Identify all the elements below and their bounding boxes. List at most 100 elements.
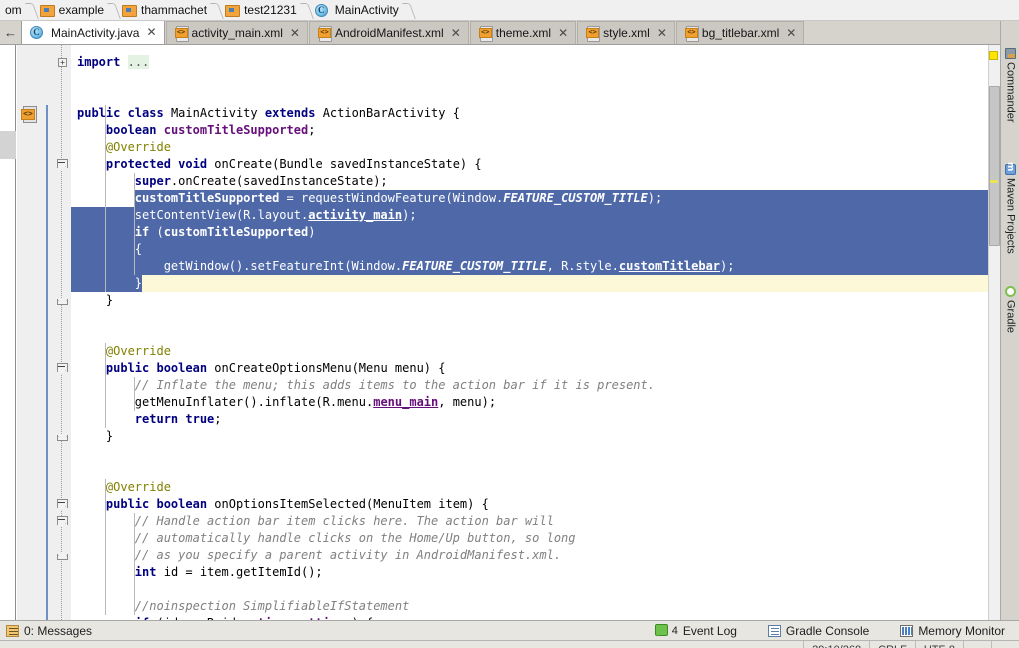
fold-dash: [58, 502, 65, 503]
toolwindow-tab-maven-projects[interactable]: Maven Projects: [1001, 161, 1019, 254]
messages-icon: [6, 624, 19, 637]
editor-tab-label: style.xml: [603, 26, 650, 40]
folder-icon: [225, 4, 241, 17]
toolwindow-stripe-marker: [0, 131, 16, 159]
toolwindow-tab-gradle[interactable]: Gradle: [1001, 283, 1019, 333]
code-line: public boolean onOptionsItemSelected(Men…: [105, 497, 489, 511]
breadcrumb-item[interactable]: C MainActivity: [313, 0, 404, 20]
code-line: int id = item.getItemId();: [134, 565, 323, 579]
breadcrumb-item[interactable]: example: [38, 0, 109, 20]
close-icon[interactable]: ✕: [146, 26, 156, 38]
editor-tab[interactable]: theme.xml ✕: [469, 21, 577, 44]
toolwindow-tab-commander[interactable]: Commander: [1001, 45, 1019, 123]
fold-region-end-icon[interactable]: [57, 552, 68, 560]
editor-fold-gutter[interactable]: +: [53, 45, 71, 620]
file-encoding[interactable]: UTF-8: [914, 641, 963, 648]
code-line: protected void onCreate(Bundle savedInst…: [105, 157, 482, 171]
hector-indicator[interactable]: [991, 641, 1019, 648]
code-line: customTitleSupported = requestWindowFeat…: [134, 191, 663, 205]
breadcrumb-item[interactable]: om: [0, 0, 27, 20]
editor-left-marker-strip: [0, 45, 16, 620]
toolwindow-button-memory-monitor[interactable]: Memory Monitor: [878, 621, 1019, 641]
maven-icon: [1005, 162, 1016, 175]
close-icon[interactable]: ✕: [558, 27, 568, 39]
breadcrumb-separator-icon: [404, 0, 415, 20]
event-log-label: Event Log: [682, 623, 737, 638]
code-line: setContentView(R.layout.activity_main);: [134, 208, 417, 222]
commander-icon: [1005, 48, 1016, 59]
toolwindow-tab-label: Maven Projects: [1004, 178, 1017, 254]
toolwindow-tab-label: Gradle: [1004, 300, 1017, 334]
tab-scroll-back-icon[interactable]: ←: [0, 21, 21, 44]
toolwindow-button-event-log[interactable]: 4 Event Log: [649, 621, 746, 641]
fold-expand-icon[interactable]: +: [58, 58, 67, 67]
close-icon[interactable]: ✕: [786, 27, 796, 39]
fold-collapse-icon[interactable]: [57, 363, 68, 374]
xml-layout-gutter-icon[interactable]: [21, 106, 37, 123]
editor-tab-label: activity_main.xml: [191, 26, 283, 40]
editor-tab[interactable]: style.xml ✕: [577, 21, 675, 44]
scrollbar-thumb[interactable]: [989, 86, 1000, 246]
console-icon: [767, 624, 781, 637]
override-method-gutter-icon[interactable]: [21, 361, 35, 375]
breadcrumb-item-label: example: [58, 3, 105, 17]
java-class-icon: C: [314, 3, 328, 17]
java-class-icon: C: [30, 26, 43, 39]
messages-label: 0: Messages: [24, 623, 93, 638]
code-text-area[interactable]: import ... public class MainActivity ext…: [71, 45, 1019, 620]
fold-region-end-icon[interactable]: [57, 297, 68, 305]
breadcrumb-item[interactable]: test21231: [223, 0, 302, 20]
gradle-icon: [1005, 286, 1016, 297]
editor-tab-label: theme.xml: [495, 26, 552, 40]
close-icon[interactable]: ✕: [290, 27, 300, 39]
code-line: getMenuInflater().inflate(R.menu.menu_ma…: [134, 395, 497, 409]
line-separator[interactable]: CRLF: [869, 641, 915, 648]
toolwindow-button-gradle-console[interactable]: Gradle Console: [746, 621, 878, 641]
code-line: // Inflate the menu; this adds items to …: [134, 378, 655, 392]
override-method-gutter-icon[interactable]: [21, 157, 35, 171]
breadcrumb-separator-icon: [302, 0, 313, 20]
event-log-count: 4: [671, 624, 678, 637]
editor-gutter[interactable]: [17, 45, 66, 620]
code-line: }: [105, 429, 114, 443]
gradle-console-label: Gradle Console: [785, 623, 870, 638]
vcs-change-marker[interactable]: [46, 105, 48, 620]
bottom-info-bar: 29:10/268 CRLF UTF-8: [0, 640, 1019, 648]
warning-stripe-marker[interactable]: [989, 51, 998, 60]
memory-monitor-label: Memory Monitor: [918, 623, 1005, 638]
breadcrumb-separator-icon: [27, 0, 38, 20]
close-icon[interactable]: ✕: [657, 27, 667, 39]
close-icon[interactable]: ✕: [451, 27, 461, 39]
breadcrumb-item[interactable]: thammachet: [120, 0, 212, 20]
fold-collapse-icon[interactable]: [57, 159, 68, 170]
breadcrumb-item-label: MainActivity: [334, 3, 399, 17]
code-line: super.onCreate(savedInstanceState);: [134, 174, 388, 188]
editor-tab[interactable]: activity_main.xml ✕: [165, 21, 308, 44]
editor-tab[interactable]: bg_titlebar.xml ✕: [675, 21, 805, 44]
code-editor[interactable]: + import ... public class MainActivity e…: [0, 45, 1019, 620]
editor-tab-bar: ←CMainActivity.java✕activity_main.xml✕An…: [0, 21, 1019, 45]
lock-indicator[interactable]: [963, 641, 991, 648]
xml-file-icon: [586, 26, 601, 42]
caret-position[interactable]: 29:10/268: [803, 641, 869, 648]
editor-tab[interactable]: AndroidManifest.xml ✕: [308, 21, 469, 44]
breadcrumb: om example thammachet test21231 C MainActivit…: [0, 0, 1019, 21]
editor-tab-active[interactable]: C MainActivity.java ✕: [21, 21, 165, 44]
stripe-mark[interactable]: [990, 180, 998, 183]
fold-guideline: [61, 45, 62, 620]
code-line: //noinspection SimplifiableIfStatement: [134, 599, 410, 613]
fold-region-end-icon[interactable]: [57, 433, 68, 441]
override-method-gutter-icon[interactable]: [21, 497, 35, 511]
folder-icon: [122, 4, 138, 17]
code-line: @Override: [105, 344, 171, 358]
fold-collapse-icon[interactable]: [57, 516, 68, 527]
code-lines: import ... public class MainActivity ext…: [71, 54, 734, 620]
toolwindow-button-messages[interactable]: 0: Messages: [0, 621, 101, 641]
event-log-icon: [654, 624, 669, 637]
fold-collapse-icon[interactable]: [57, 499, 68, 510]
breadcrumb-item-label: om: [5, 3, 22, 17]
